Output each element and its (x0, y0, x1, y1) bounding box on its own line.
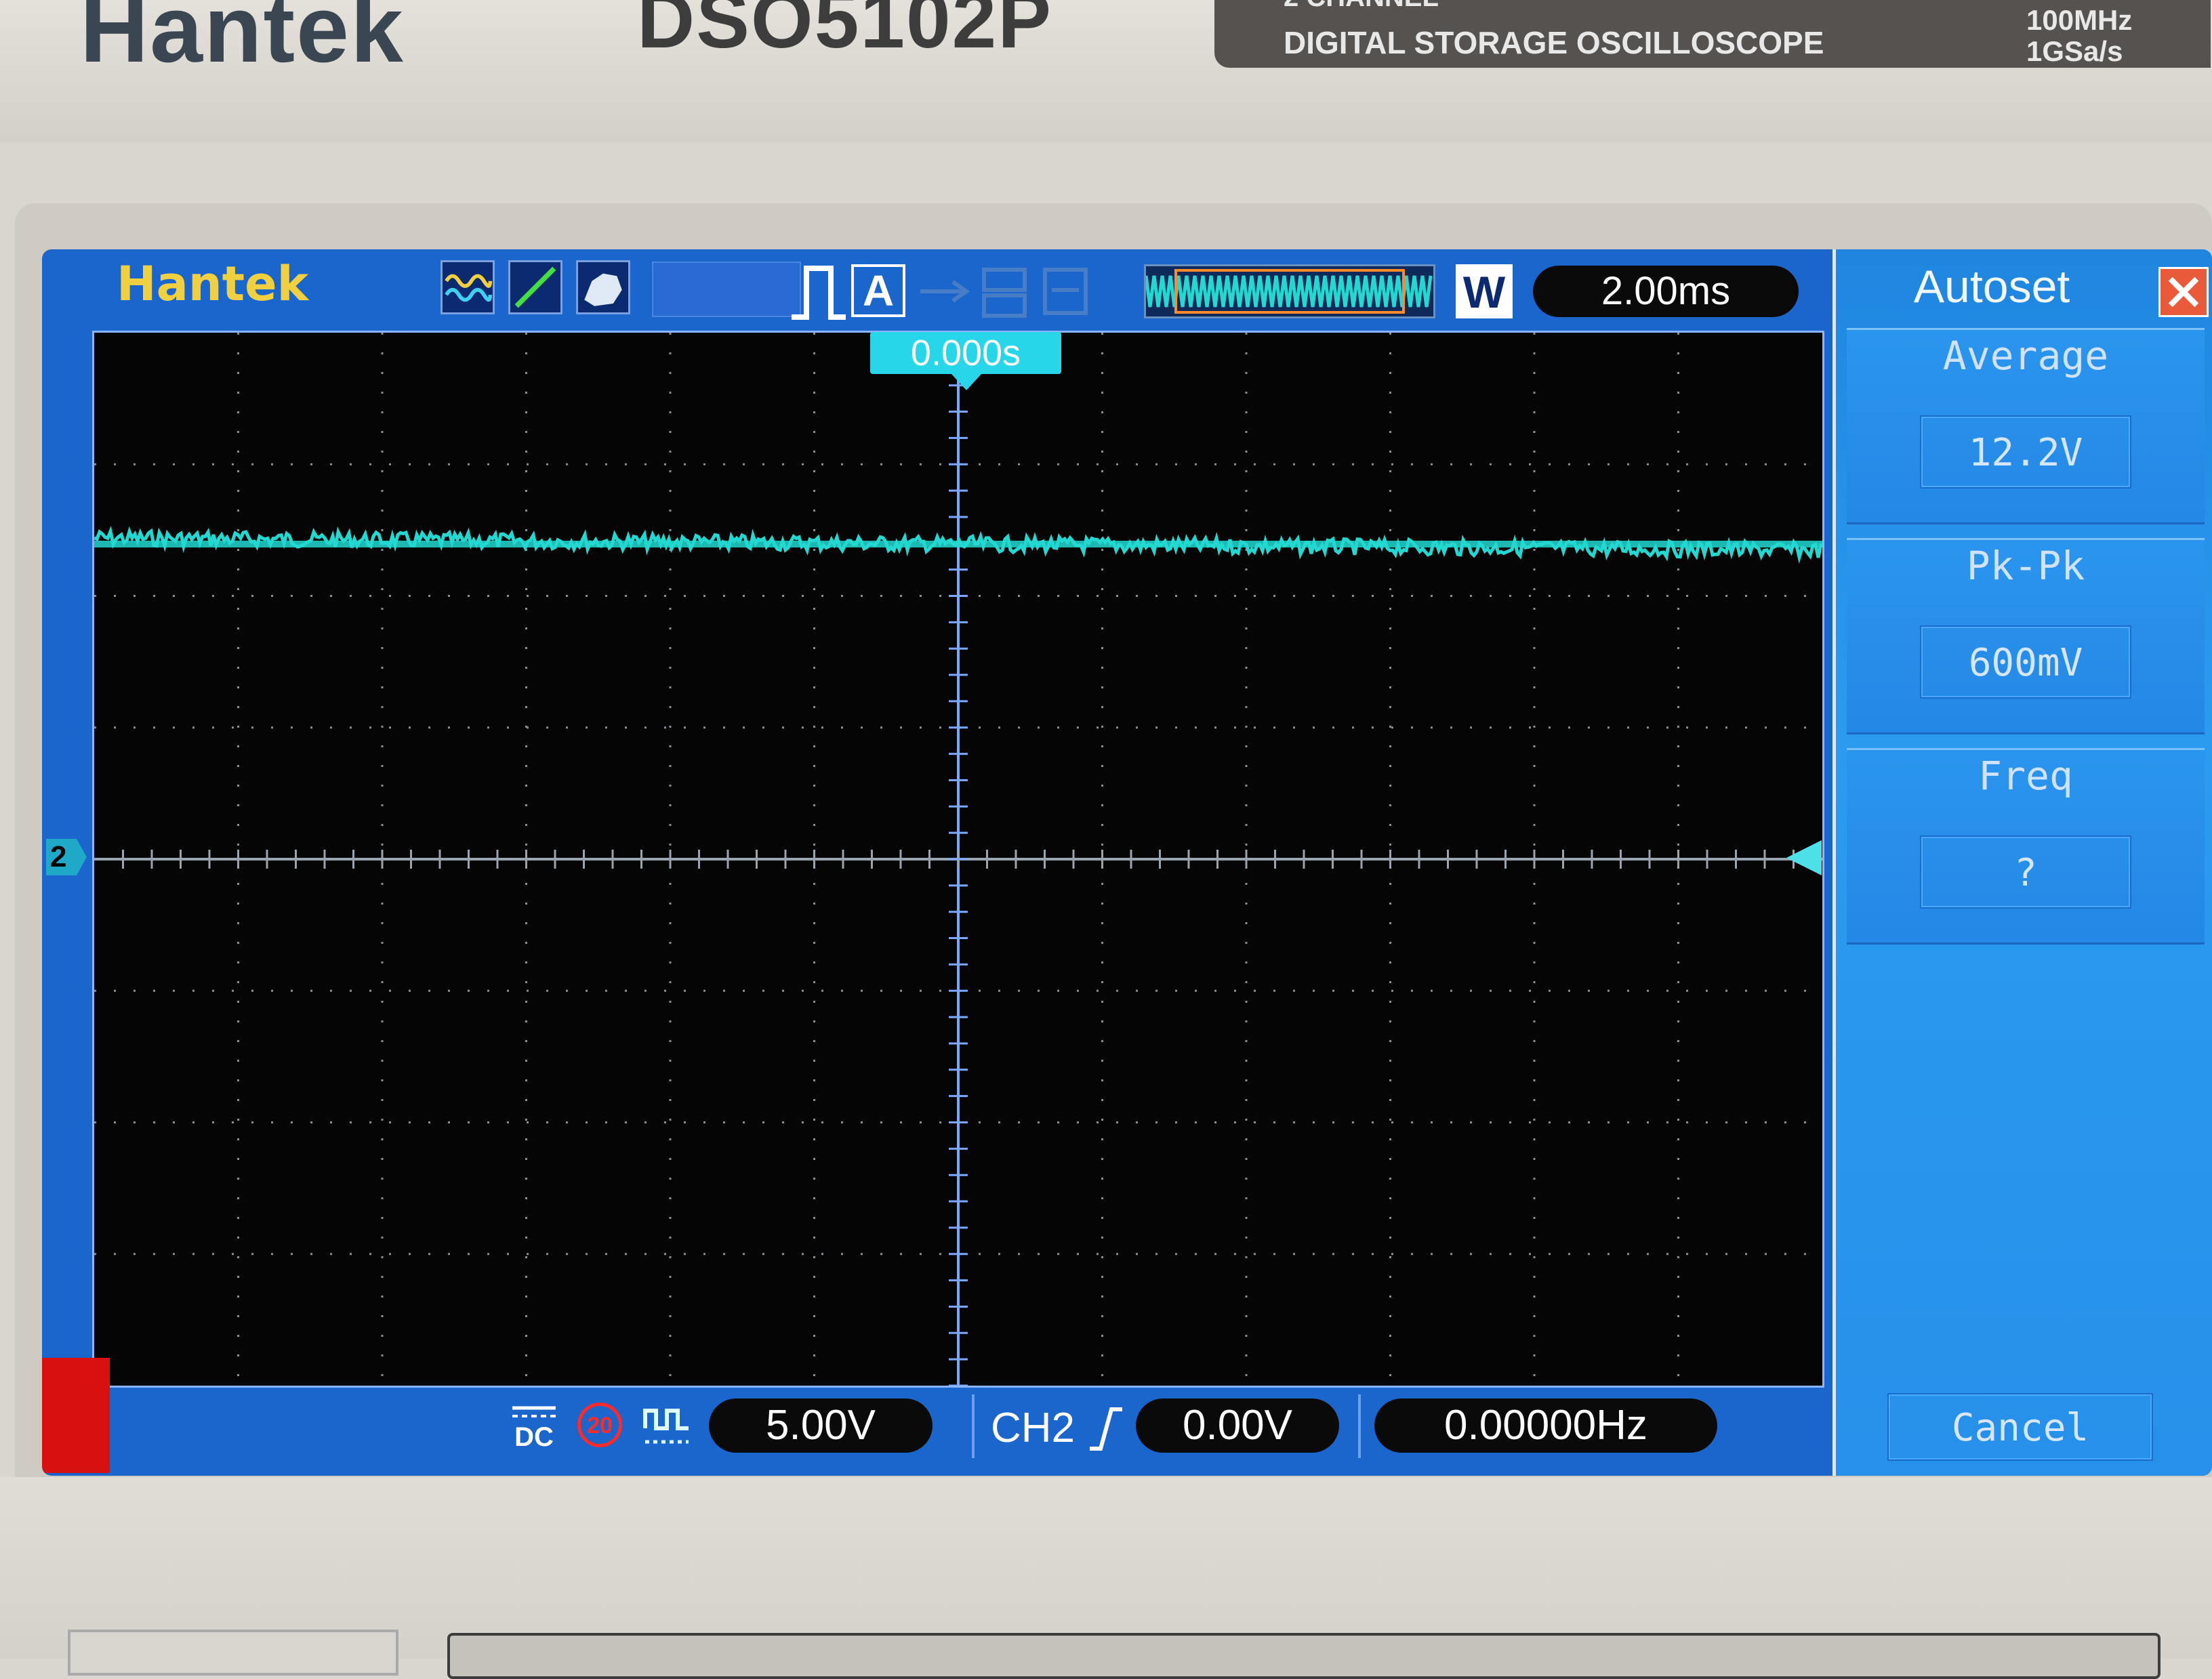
spec-plate: 2 CHANNEL DIGITAL STORAGE OSCILLOSCOPE 1… (1214, 0, 2211, 68)
status-separator (1358, 1394, 1361, 1458)
cancel-button[interactable]: Cancel (1887, 1393, 2153, 1461)
pk-pk-value: 600mV (1920, 625, 2131, 699)
persistence-icon (576, 260, 630, 314)
probe-icon (643, 1409, 689, 1444)
freq-value: ? (1920, 835, 2131, 909)
menu-item-label: Freq (1978, 753, 2073, 799)
bezel-slot (447, 1633, 2160, 1679)
spec-type: DIGITAL STORAGE OSCILLOSCOPE (1284, 25, 1824, 60)
trigger-level-readout: 0.00V (1136, 1398, 1339, 1453)
lan-icon (982, 268, 1027, 318)
acquire-mode-indicator: A (851, 264, 905, 317)
coupling-text: DC (514, 1422, 554, 1450)
buffer-view-window (1174, 269, 1405, 314)
xy-mode-icon (508, 260, 562, 314)
close-icon (2168, 276, 2199, 308)
menu-title: Autoset (1913, 261, 2070, 312)
rising-edge-icon (1090, 1407, 1122, 1451)
trigger-level-marker (1786, 840, 1822, 875)
usb-icon (920, 280, 970, 303)
screen-logo: Hantek (117, 256, 309, 312)
bandwidth-limit-icon: 20 (577, 1403, 622, 1447)
trigger-position-label: 0.000s (870, 332, 1061, 374)
channel-2-marker: 2 (46, 839, 87, 875)
frequency-readout: 0.00000Hz (1374, 1398, 1717, 1453)
window-mark: W (1456, 264, 1513, 318)
top-status-bar: Hantek A W 2.00ms (42, 249, 1832, 331)
trigger-source-label: CH2 (991, 1405, 1076, 1451)
menu-item-label: Average (1942, 333, 2109, 379)
timebase-readout: 2.00ms (1533, 266, 1799, 317)
empty-status-slot (652, 262, 801, 317)
device-top-bezel: Hantek DSO5102P 2 CHANNEL DIGITAL STORAG… (0, 0, 2212, 142)
waveform-display (92, 331, 1824, 1388)
trigger-position-arrow (951, 374, 981, 390)
close-button[interactable] (2158, 267, 2209, 317)
status-separator (972, 1394, 975, 1458)
average-value: 12.2V (1920, 415, 2131, 489)
red-corner-indicator (42, 1358, 110, 1473)
waveform-display-icon (441, 260, 495, 314)
oscilloscope-screen: Hantek A W 2.00ms 0.000s 2 DC 20 5.00V C… (42, 249, 2212, 1476)
device-brand: Hantek (80, 0, 405, 82)
bezel-slot-left (68, 1630, 398, 1676)
menu-item-freq[interactable]: Freq ? (1847, 748, 2205, 945)
trigger-type-icon (792, 266, 846, 320)
spec-sample-rate: 1GSa/s (2026, 35, 2123, 67)
menu-item-label: Pk-Pk (1966, 543, 2085, 589)
menu-item-pk-pk[interactable]: Pk-Pk 600mV (1847, 538, 2205, 734)
spec-bandwidth: 100MHz (2026, 4, 2133, 36)
spec-channels: 2 CHANNEL (1284, 0, 1439, 13)
autoset-menu: Autoset Average 12.2V Pk-Pk 600mV Freq ?… (1832, 249, 2212, 1476)
memory-buffer-bar (1144, 264, 1435, 318)
device-model: DSO5102P (637, 0, 1052, 65)
menu-item-average[interactable]: Average 12.2V (1847, 328, 2205, 524)
volts-per-div-readout: 5.00V (709, 1398, 933, 1453)
dc-coupling-icon: DC (512, 1406, 556, 1450)
graticule (94, 333, 1822, 1386)
disk-icon (1043, 268, 1088, 315)
